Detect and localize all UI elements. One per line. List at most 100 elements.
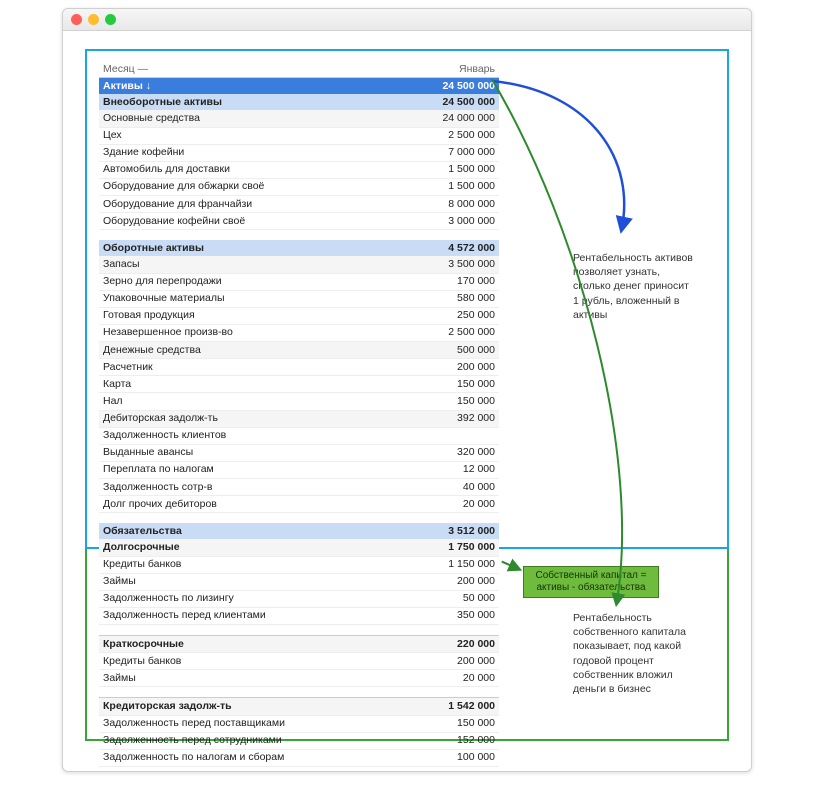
balance-table: Месяц — Январь Активы ↓ 24 500 000 Внеоб… bbox=[99, 61, 499, 767]
row-label: Карта bbox=[103, 378, 415, 391]
table-row: Упаковочные материалы580 000 bbox=[99, 291, 499, 308]
table-row: Кредиты банков200 000 bbox=[99, 653, 499, 670]
row-label: Выданные авансы bbox=[103, 446, 415, 459]
table-row: Выданные авансы320 000 bbox=[99, 445, 499, 462]
arrow-roe bbox=[492, 79, 622, 604]
row-value: 200 000 bbox=[415, 361, 495, 374]
row-value: 7 000 000 bbox=[415, 146, 495, 159]
row-label: Запасы bbox=[103, 258, 415, 271]
row-value: 20 000 bbox=[415, 498, 495, 511]
row-label: Денежные средства bbox=[103, 344, 415, 357]
table-row: Карта150 000 bbox=[99, 376, 499, 393]
table-row: Оборудование кофейни своё3 000 000 bbox=[99, 213, 499, 230]
payable-header: Кредиторская задолж-ть 1 542 000 bbox=[99, 697, 499, 715]
table-row: Незавершенное произв-во2 500 000 bbox=[99, 325, 499, 342]
row-value: 1 150 000 bbox=[415, 558, 495, 571]
row-value: 100 000 bbox=[415, 751, 495, 764]
liabilities-header: Обязательства 3 512 000 bbox=[99, 523, 499, 539]
row-value: 580 000 bbox=[415, 292, 495, 305]
table-row: Дебиторская задолж-ть392 000 bbox=[99, 411, 499, 428]
row-value: 1 500 000 bbox=[415, 163, 495, 176]
assets-total-row: Активы ↓ 24 500 000 bbox=[99, 78, 499, 94]
row-label: Дебиторская задолж-ть bbox=[103, 412, 415, 425]
noncurrent-header: Внеоборотные активы 24 500 000 bbox=[99, 94, 499, 110]
spacer bbox=[99, 687, 499, 697]
table-row: Оборудование для обжарки своё1 500 000 bbox=[99, 179, 499, 196]
table-row: Займы20 000 bbox=[99, 670, 499, 687]
row-label: Займы bbox=[103, 575, 415, 588]
table-row: Задолженность перед клиентами350 000 bbox=[99, 608, 499, 625]
arrow-equity-badge bbox=[502, 562, 520, 570]
row-label: Задолженность по лизингу bbox=[103, 592, 415, 605]
row-value: 150 000 bbox=[415, 395, 495, 408]
row-label: Долг прочих дебиторов bbox=[103, 498, 415, 511]
titlebar bbox=[63, 9, 751, 31]
row-label: Зерно для перепродажи bbox=[103, 275, 415, 288]
row-value: 250 000 bbox=[415, 309, 495, 322]
table-row: Цех2 500 000 bbox=[99, 128, 499, 145]
row-value: 2 500 000 bbox=[415, 129, 495, 142]
row-label: Оборудование кофейни своё bbox=[103, 215, 415, 228]
row-value: 1 500 000 bbox=[415, 180, 495, 193]
minimize-icon[interactable] bbox=[88, 14, 99, 25]
short-term-header: Краткосрочные 220 000 bbox=[99, 635, 499, 653]
table-row: Задолженность перед поставщиками150 000 bbox=[99, 716, 499, 733]
row-label: Кредиты банков bbox=[103, 655, 415, 668]
row-label: Упаковочные материалы bbox=[103, 292, 415, 305]
content-area: Месяц — Январь Активы ↓ 24 500 000 Внеоб… bbox=[63, 31, 751, 771]
row-value: 40 000 bbox=[415, 481, 495, 494]
table-row: Основные средства24 000 000 bbox=[99, 110, 499, 127]
row-value: 150 000 bbox=[415, 378, 495, 391]
row-label: Незавершенное произв-во bbox=[103, 326, 415, 339]
row-value: 24 000 000 bbox=[415, 112, 495, 125]
row-value: 500 000 bbox=[415, 344, 495, 357]
app-window: Месяц — Январь Активы ↓ 24 500 000 Внеоб… bbox=[62, 8, 752, 772]
close-icon[interactable] bbox=[71, 14, 82, 25]
spacer bbox=[99, 513, 499, 523]
spacer bbox=[99, 230, 499, 240]
arrow-roa bbox=[492, 81, 624, 231]
row-label: Расчетник bbox=[103, 361, 415, 374]
row-value: 20 000 bbox=[415, 672, 495, 685]
row-value: 152 000 bbox=[415, 734, 495, 747]
table-row: Задолженность клиентов bbox=[99, 428, 499, 445]
table-row: Расчетник200 000 bbox=[99, 359, 499, 376]
row-value: 170 000 bbox=[415, 275, 495, 288]
row-label: Цех bbox=[103, 129, 415, 142]
current-header: Оборотные активы 4 572 000 bbox=[99, 240, 499, 256]
month-value: Январь bbox=[415, 63, 495, 76]
row-value: 392 000 bbox=[415, 412, 495, 425]
table-row: Автомобиль для доставки1 500 000 bbox=[99, 162, 499, 179]
table-row: Зерно для перепродажи170 000 bbox=[99, 274, 499, 291]
table-row: Займы200 000 bbox=[99, 574, 499, 591]
long-term-header: Долгосрочные 1 750 000 bbox=[99, 539, 499, 556]
row-value: 3 000 000 bbox=[415, 215, 495, 228]
table-row: Переплата по налогам12 000 bbox=[99, 462, 499, 479]
table-row: Кредиты банков1 150 000 bbox=[99, 557, 499, 574]
row-value: 8 000 000 bbox=[415, 198, 495, 211]
table-header: Месяц — Январь bbox=[99, 61, 499, 78]
row-label: Переплата по налогам bbox=[103, 463, 415, 476]
row-label: Оборудование для обжарки своё bbox=[103, 180, 415, 193]
table-row: Готовая продукция250 000 bbox=[99, 308, 499, 325]
row-label: Задолженность по налогам и сборам bbox=[103, 751, 415, 764]
row-value: 50 000 bbox=[415, 592, 495, 605]
row-label: Задолженность перед сотрудниками bbox=[103, 734, 415, 747]
spacer bbox=[99, 625, 499, 635]
row-label: Задолженность сотр-в bbox=[103, 481, 415, 494]
table-row: Задолженность по лизингу50 000 bbox=[99, 591, 499, 608]
row-value: 3 500 000 bbox=[415, 258, 495, 271]
table-row: Запасы3 500 000 bbox=[99, 256, 499, 273]
row-value: 2 500 000 bbox=[415, 326, 495, 339]
month-label: Месяц — bbox=[103, 63, 415, 76]
row-label: Задолженность перед клиентами bbox=[103, 609, 415, 622]
table-row: Задолженность перед сотрудниками152 000 bbox=[99, 733, 499, 750]
row-label: Займы bbox=[103, 672, 415, 685]
row-label: Задолженность клиентов bbox=[103, 429, 415, 442]
row-value: 200 000 bbox=[415, 655, 495, 668]
equity-formula-badge: Собственный капитал = активы - обязатель… bbox=[523, 566, 659, 598]
row-value: 150 000 bbox=[415, 717, 495, 730]
row-label: Готовая продукция bbox=[103, 309, 415, 322]
table-row: Денежные средства500 000 bbox=[99, 342, 499, 359]
maximize-icon[interactable] bbox=[105, 14, 116, 25]
